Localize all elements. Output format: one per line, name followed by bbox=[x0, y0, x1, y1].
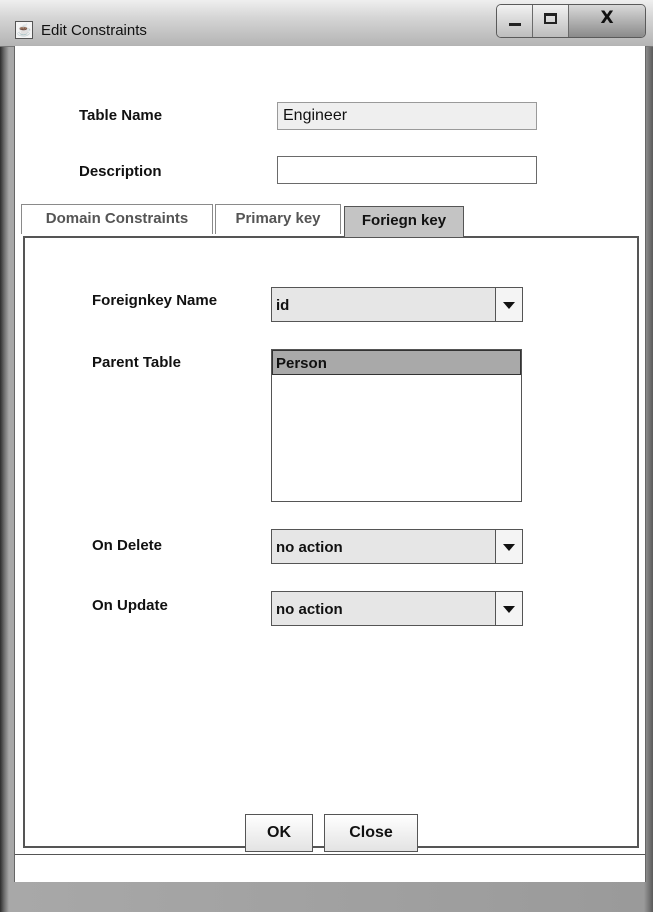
description-field[interactable] bbox=[277, 156, 537, 184]
table-name-label: Table Name bbox=[79, 107, 163, 124]
chevron-down-icon bbox=[503, 302, 515, 309]
chevron-down-icon bbox=[503, 606, 515, 613]
on-update-dropdown[interactable]: no action bbox=[271, 591, 523, 626]
chevron-down-icon bbox=[503, 544, 515, 551]
dialog-content: Table Name Engineer Description Domain C… bbox=[14, 46, 646, 882]
foreignkey-name-dropdown[interactable]: id bbox=[271, 287, 523, 322]
on-delete-dropdown[interactable]: no action bbox=[271, 529, 523, 564]
list-item[interactable]: Person bbox=[272, 350, 521, 375]
foreignkey-name-value: id bbox=[276, 297, 290, 314]
dropdown-button[interactable] bbox=[495, 288, 522, 321]
java-cup-icon: ☕ bbox=[15, 21, 33, 39]
tab-primary-key[interactable]: Primary key bbox=[215, 204, 341, 234]
title-bar[interactable]: ☕ Edit Constraints X bbox=[0, 0, 653, 47]
window-title: Edit Constraints bbox=[41, 22, 147, 39]
on-delete-label: On Delete bbox=[92, 537, 163, 554]
tab-foreign-key[interactable]: Foriegn key bbox=[344, 206, 464, 237]
minimize-button[interactable] bbox=[497, 5, 533, 37]
close-icon: X bbox=[600, 8, 614, 28]
minimize-icon bbox=[509, 23, 521, 26]
tab-domain-constraints[interactable]: Domain Constraints bbox=[21, 204, 213, 234]
close-button[interactable]: Close bbox=[324, 814, 418, 852]
foreignkey-name-label: Foreignkey Name bbox=[92, 292, 218, 309]
maximize-icon bbox=[544, 13, 557, 24]
description-label: Description bbox=[79, 163, 162, 180]
close-window-button[interactable]: X bbox=[569, 5, 645, 37]
table-name-field[interactable]: Engineer bbox=[277, 102, 537, 130]
button-bar bbox=[15, 854, 645, 883]
on-delete-value: no action bbox=[276, 539, 343, 556]
edit-constraints-window: ☕ Edit Constraints X Table Name Engineer… bbox=[0, 0, 653, 912]
maximize-button[interactable] bbox=[533, 5, 569, 37]
window-controls: X bbox=[496, 4, 646, 38]
parent-table-list[interactable]: Person bbox=[271, 349, 522, 502]
ok-button[interactable]: OK bbox=[245, 814, 313, 852]
on-update-label: On Update bbox=[92, 597, 168, 614]
dropdown-button[interactable] bbox=[495, 530, 522, 563]
on-update-value: no action bbox=[276, 601, 343, 618]
dropdown-button[interactable] bbox=[495, 592, 522, 625]
parent-table-label: Parent Table bbox=[92, 354, 181, 371]
